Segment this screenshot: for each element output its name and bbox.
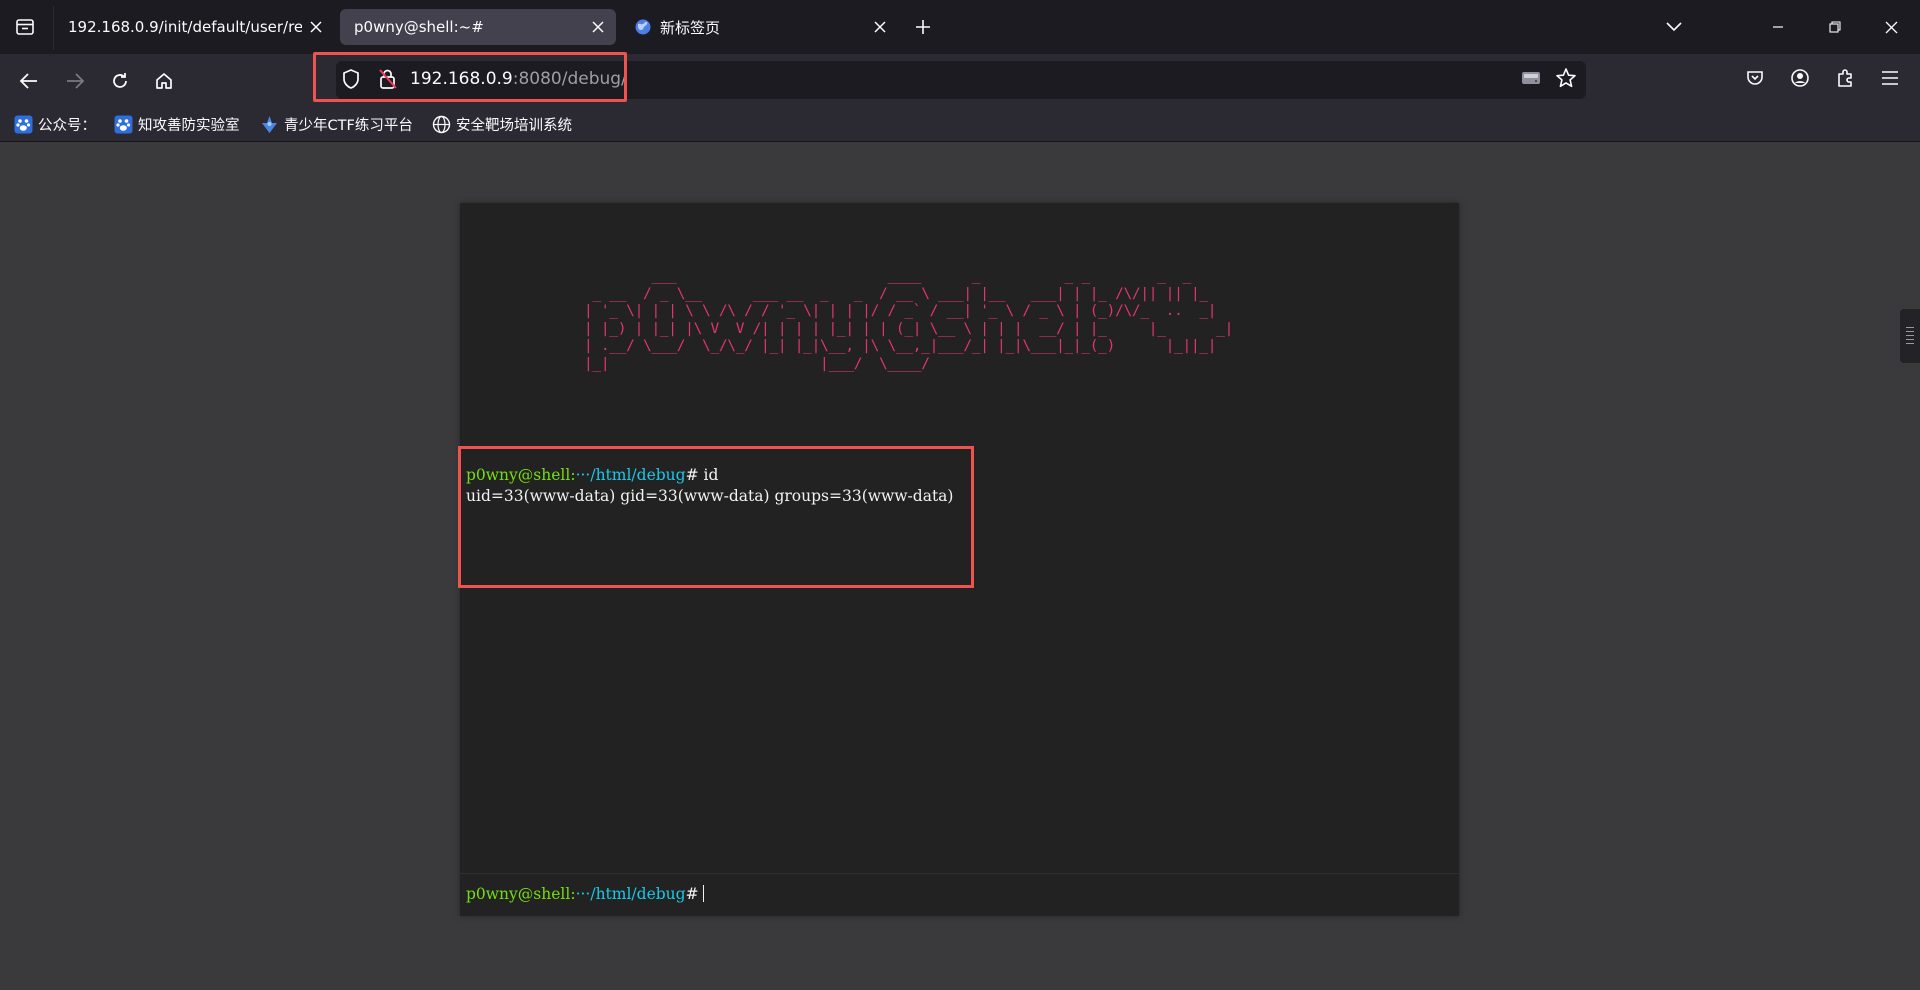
tab-title: p0wny@shell:~# xyxy=(354,18,484,36)
tab-title: 新标签页 xyxy=(660,18,721,37)
paw-icon xyxy=(14,115,33,134)
sidebar-handle[interactable] xyxy=(1900,309,1920,363)
bookmark-label: 公众号： xyxy=(38,118,96,134)
arrow-left-icon xyxy=(19,73,37,89)
translate-page-button[interactable] xyxy=(1520,68,1542,92)
tab-list-button[interactable] xyxy=(8,12,42,42)
bookmark-youth-ctf[interactable]: 青少年CTF练习平台 xyxy=(260,114,413,135)
bookmark-zhigong-lab[interactable]: 知攻善防实验室 xyxy=(114,114,240,135)
tab-close-button[interactable] xyxy=(584,13,612,41)
extensions-button[interactable] xyxy=(1834,67,1856,89)
text-caret xyxy=(702,885,704,902)
bookmarks-toolbar: 公众号： 知攻善防实验室 青少年CTF练习平台 安全靶场培训系统 xyxy=(0,107,1920,142)
p0wny-shell-ascii-banner: ___ ____ _ _ _ _ _ _ __ / _ \__ ___ __ _… xyxy=(584,268,1234,372)
prompt-path: ···/html/debug xyxy=(575,885,686,903)
prompt-hash: # xyxy=(685,885,699,903)
bookmark-public-account[interactable]: 公众号： xyxy=(14,114,96,135)
close-icon xyxy=(310,21,322,33)
bookmark-star-button[interactable] xyxy=(1555,67,1577,93)
tab-list-icon xyxy=(16,19,34,35)
tab-p0wny-shell[interactable]: p0wny@shell:~# xyxy=(340,9,616,45)
reload-icon xyxy=(113,73,127,88)
chevron-down-icon xyxy=(1666,22,1682,32)
bookmark-label: 知攻善防实验室 xyxy=(138,118,240,134)
close-icon xyxy=(1885,21,1897,33)
tab-new-tab[interactable]: 新标签页 xyxy=(622,9,898,45)
ctf-logo-icon xyxy=(262,116,277,133)
drive-icon xyxy=(1522,72,1540,84)
restore-icon xyxy=(1829,21,1841,33)
home-icon xyxy=(156,73,172,89)
paw-icon xyxy=(114,115,133,134)
reload-button[interactable] xyxy=(103,64,137,98)
navigation-toolbar xyxy=(0,54,1920,107)
bookmark-security-range[interactable]: 安全靶场培训系统 xyxy=(432,114,572,135)
tab-strip: 192.168.0.9/init/default/user/register p… xyxy=(0,0,1920,54)
close-window-button[interactable] xyxy=(1871,10,1911,44)
star-icon xyxy=(1556,68,1576,88)
plus-icon xyxy=(916,20,930,34)
bookmark-label: 安全靶场培训系统 xyxy=(456,118,572,134)
prompt-user: p0wny@shell xyxy=(466,885,571,903)
new-tab-button[interactable] xyxy=(908,12,938,42)
tab-close-button[interactable] xyxy=(866,13,894,41)
input-prompt-line[interactable]: p0wny@shell:···/html/debug# xyxy=(466,885,704,903)
account-icon xyxy=(1791,69,1809,87)
pocket-button[interactable] xyxy=(1744,67,1766,89)
firefox-globe-icon xyxy=(635,19,651,35)
tab-close-button[interactable] xyxy=(302,13,330,41)
hamburger-menu-icon xyxy=(1882,71,1898,85)
restore-button[interactable] xyxy=(1815,10,1855,44)
close-icon xyxy=(592,21,604,33)
input-divider xyxy=(460,873,1459,874)
bookmark-label: 青少年CTF练习平台 xyxy=(284,118,413,134)
minimize-icon xyxy=(1773,26,1783,28)
output-highlight-box xyxy=(458,446,974,588)
tab-register[interactable]: 192.168.0.9/init/default/user/register xyxy=(54,9,334,45)
url-highlight-box xyxy=(313,52,627,102)
globe-icon xyxy=(432,115,451,134)
home-button[interactable] xyxy=(147,64,181,98)
arrow-right-icon xyxy=(67,73,85,89)
back-button[interactable] xyxy=(12,64,46,98)
puzzle-icon xyxy=(1838,69,1852,87)
app-menu-button[interactable] xyxy=(1879,67,1901,89)
minimize-button[interactable] xyxy=(1758,10,1798,44)
pocket-icon xyxy=(1747,71,1763,85)
close-icon xyxy=(874,21,886,33)
list-all-tabs-button[interactable] xyxy=(1654,10,1694,44)
account-button[interactable] xyxy=(1789,67,1811,89)
forward-button[interactable] xyxy=(58,64,92,98)
tab-title: 192.168.0.9/init/default/user/register xyxy=(68,18,302,36)
